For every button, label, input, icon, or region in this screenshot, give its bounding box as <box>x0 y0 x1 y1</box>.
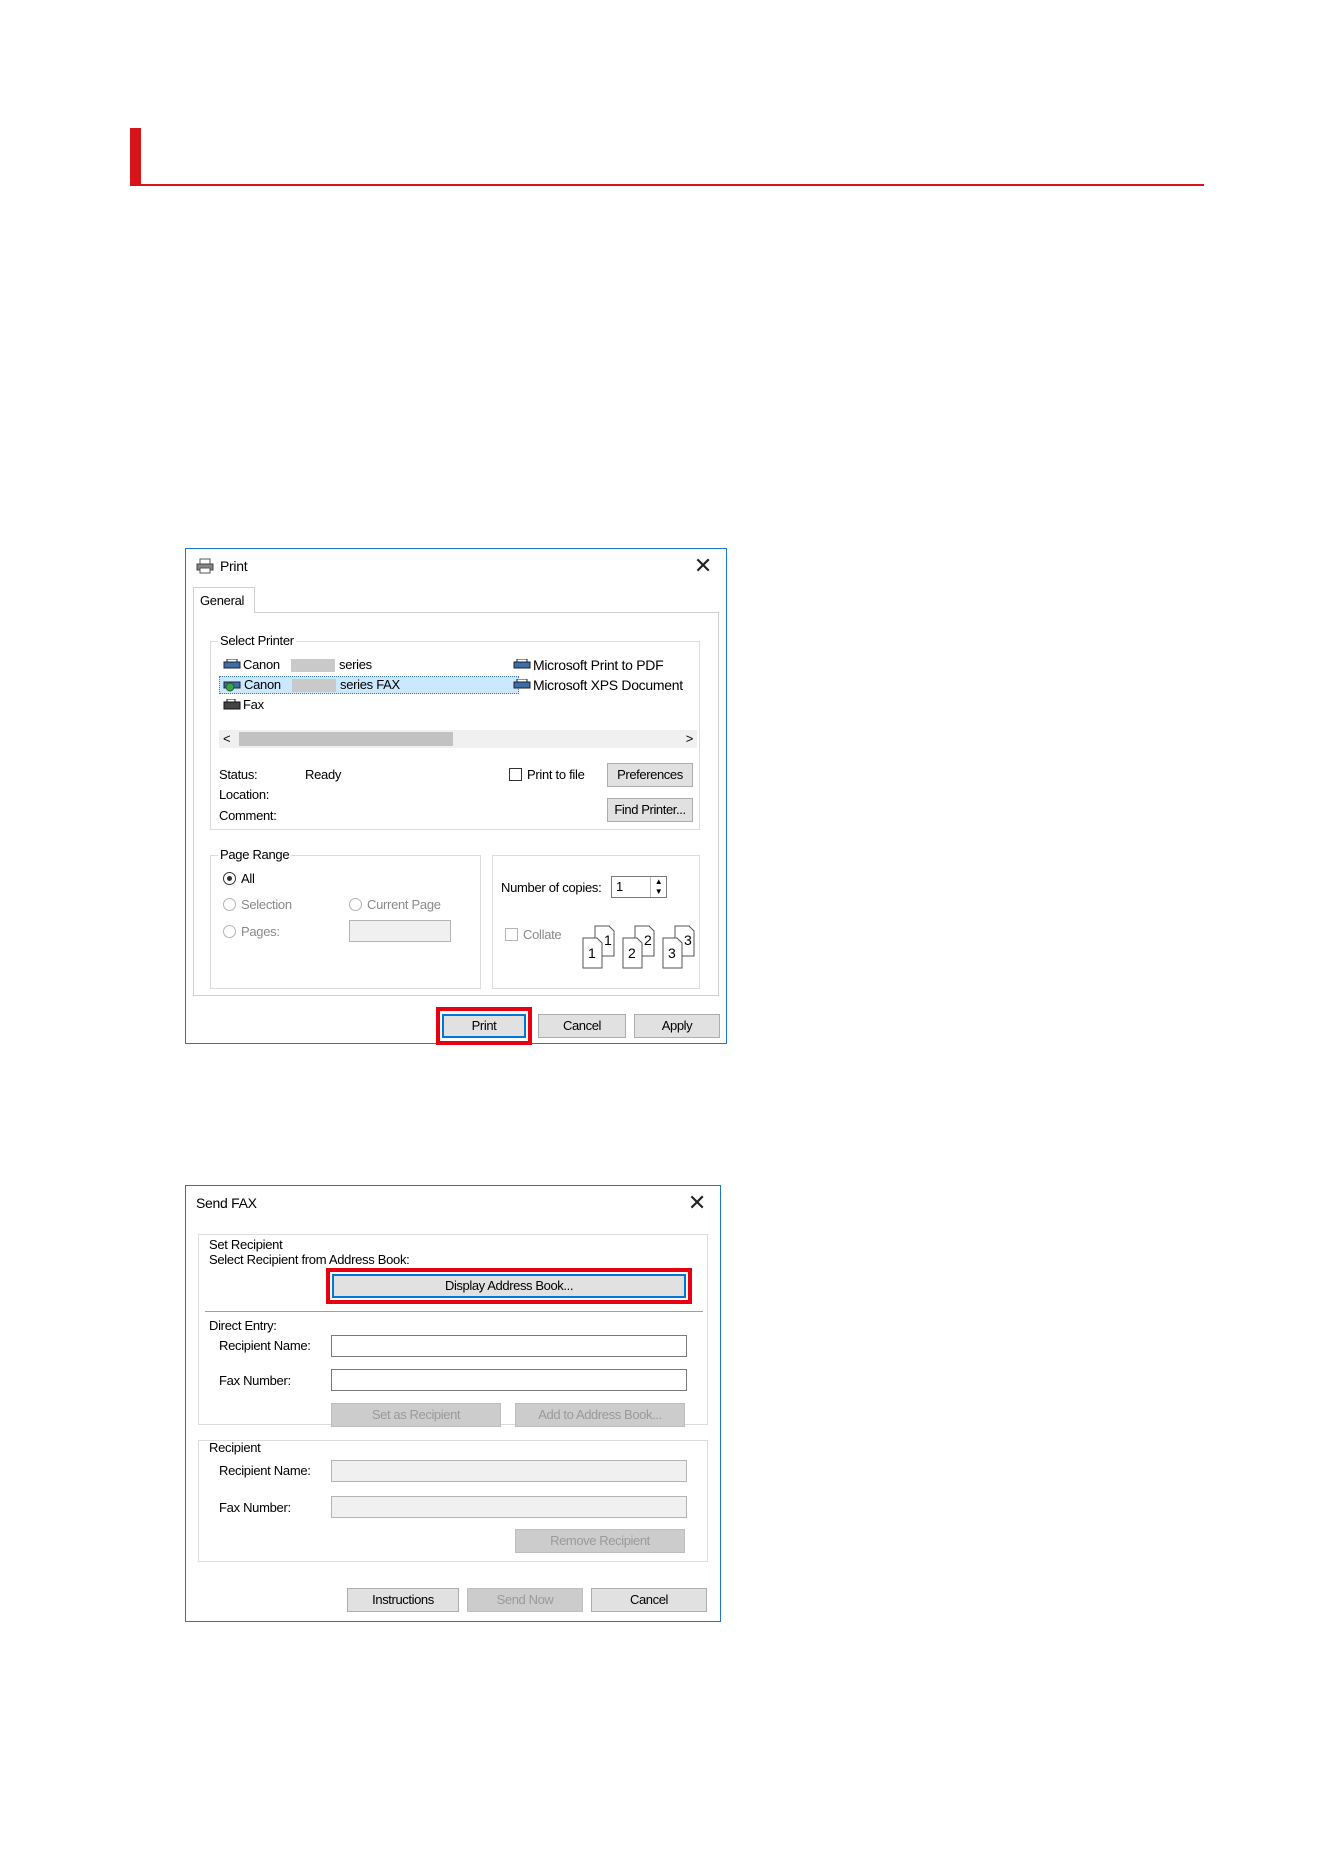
send-fax-dialog: Send FAX ✕ Set Recipient Select Recipien… <box>185 1185 721 1622</box>
current-page-radio[interactable] <box>349 898 362 911</box>
printer-list-item[interactable]: Microsoft Print to PDF <box>513 656 699 674</box>
comment-label: Comment: <box>219 808 277 823</box>
copies-group: Number of copies: 1 ▲ ▼ Collate 1 1 2 2 3… <box>492 855 700 989</box>
fax-dialog-title: Send FAX <box>196 1195 257 1211</box>
collate-page-number: 2 <box>628 945 636 961</box>
select-printer-label: Select Printer <box>218 633 296 649</box>
set-recipient-label: Set Recipient <box>209 1237 283 1252</box>
cancel-button[interactable]: Cancel <box>538 1014 626 1038</box>
printer-name: Microsoft Print to PDF <box>533 657 664 673</box>
scroll-left-icon[interactable]: < <box>223 730 231 748</box>
apply-button[interactable]: Apply <box>634 1014 720 1038</box>
fax-number-display <box>331 1496 687 1518</box>
printer-name: Fax <box>243 697 264 712</box>
page-range-label: Page Range <box>218 847 292 863</box>
cancel-button[interactable]: Cancel <box>591 1588 707 1612</box>
recipient-group: Recipient Recipient Name: Fax Number: Re… <box>198 1440 708 1562</box>
collate-page-number: 3 <box>684 932 692 948</box>
all-label: All <box>241 871 255 886</box>
page-range-group: Page Range All Selection Current Page Pa… <box>210 847 481 989</box>
copies-value: 1 <box>616 879 623 894</box>
fax-check-icon <box>223 681 241 692</box>
copies-stepper[interactable]: ▲ ▼ <box>650 877 666 897</box>
fax-titlebar: Send FAX ✕ <box>186 1186 720 1222</box>
pages-label: Pages: <box>241 924 280 939</box>
close-icon[interactable]: ✕ <box>690 553 716 579</box>
recipient-name-label: Recipient Name: <box>219 1338 311 1353</box>
print-dialog-title: Print <box>220 558 248 574</box>
redacted-model <box>292 679 336 692</box>
find-printer-button[interactable]: Find Printer... <box>607 798 693 822</box>
tab-general[interactable]: General <box>193 587 255 613</box>
printer-icon <box>223 659 241 669</box>
print-dialog: Print ✕ General Select Printer Canon ser… <box>185 548 727 1045</box>
printer-name: Microsoft XPS Document <box>533 677 683 693</box>
fax-number-input[interactable] <box>331 1369 687 1391</box>
printer-list-item-selected[interactable]: Canon series FAX <box>219 676 519 694</box>
set-recipient-group: Set Recipient Select Recipient from Addr… <box>198 1234 708 1427</box>
collate-page-number: 3 <box>668 945 676 961</box>
print-button[interactable]: Print <box>442 1014 526 1038</box>
location-label: Location: <box>219 787 270 802</box>
collate-page-number: 1 <box>604 932 612 948</box>
printer-list-item[interactable]: Microsoft XPS Document <box>513 676 699 694</box>
recipient-name-input[interactable] <box>331 1335 687 1357</box>
direct-entry-label: Direct Entry: <box>209 1318 277 1333</box>
all-radio[interactable] <box>223 872 236 885</box>
copies-input[interactable]: 1 ▲ ▼ <box>611 876 667 898</box>
recipient-group-label: Recipient <box>209 1440 261 1455</box>
remove-recipient-button[interactable]: Remove Recipient <box>515 1529 685 1553</box>
tab-general-label: General <box>200 593 245 608</box>
divider <box>205 1311 703 1313</box>
printer-suffix: series FAX <box>340 677 400 692</box>
section-header <box>130 128 1204 186</box>
set-as-recipient-button[interactable]: Set as Recipient <box>331 1403 501 1427</box>
status-label: Status: <box>219 767 258 782</box>
printer-list-item[interactable]: Canon series <box>219 656 479 674</box>
print-to-file-checkbox[interactable] <box>509 768 522 781</box>
print-titlebar: Print ✕ <box>186 549 726 585</box>
display-address-book-button[interactable]: Display Address Book... <box>332 1274 686 1298</box>
close-icon[interactable]: ✕ <box>684 1190 710 1216</box>
pages-radio[interactable] <box>223 925 236 938</box>
scroll-thumb[interactable] <box>239 732 453 746</box>
printer-icon <box>513 659 531 669</box>
printer-name: Canon <box>244 677 281 692</box>
recipient-name-display <box>331 1460 687 1482</box>
redacted-model <box>291 659 335 672</box>
printer-icon <box>196 558 214 574</box>
collate-checkbox[interactable] <box>505 928 518 941</box>
collate-page-number: 2 <box>644 932 652 948</box>
select-printer-group: Select Printer Canon series Canon series… <box>210 633 700 830</box>
instructions-button[interactable]: Instructions <box>347 1588 459 1612</box>
collate-label: Collate <box>523 927 562 942</box>
select-from-book-label: Select Recipient from Address Book: <box>209 1252 410 1267</box>
status-value: Ready <box>305 767 342 782</box>
fax-number-label: Fax Number: <box>219 1500 291 1515</box>
add-to-address-book-button[interactable]: Add to Address Book... <box>515 1403 685 1427</box>
printer-icon <box>513 679 531 689</box>
section-accent <box>130 128 141 185</box>
collate-pages-icon <box>582 925 695 969</box>
scroll-right-icon[interactable]: > <box>686 730 694 748</box>
printer-list-item[interactable]: Fax <box>219 696 419 714</box>
fax-icon <box>223 699 241 710</box>
selection-radio[interactable] <box>223 898 236 911</box>
current-page-label: Current Page <box>367 897 441 912</box>
horizontal-scrollbar[interactable]: < > <box>219 730 697 748</box>
print-to-file-label: Print to file <box>527 767 585 782</box>
collate-page-number: 1 <box>588 945 596 961</box>
send-now-button[interactable]: Send Now <box>467 1588 583 1612</box>
preferences-button[interactable]: Preferences <box>607 763 693 787</box>
fax-number-label: Fax Number: <box>219 1373 291 1388</box>
copies-label: Number of copies: <box>501 880 602 895</box>
printer-name: Canon <box>243 657 280 672</box>
pages-input[interactable] <box>349 920 451 942</box>
recipient-name-label: Recipient Name: <box>219 1463 311 1478</box>
printer-suffix: series <box>339 657 372 672</box>
selection-label: Selection <box>241 897 292 912</box>
